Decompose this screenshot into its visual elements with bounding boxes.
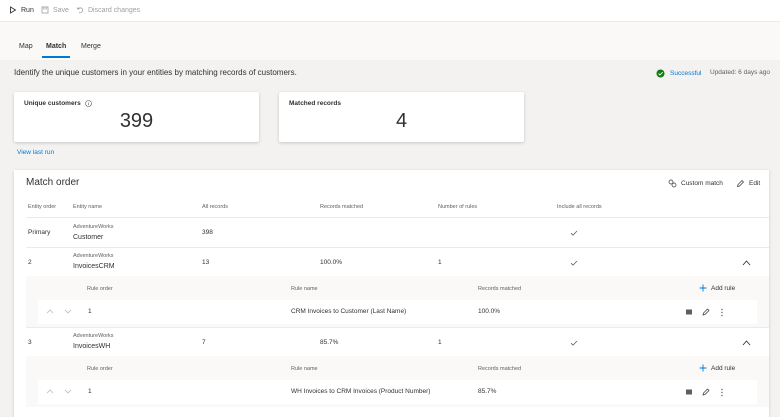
unique-customers-value: 399	[119, 110, 154, 132]
tab-map[interactable]: Map	[19, 43, 33, 50]
match-order-title: Match order	[26, 177, 80, 188]
move-up-icon[interactable]	[46, 308, 54, 315]
save-icon	[41, 6, 49, 14]
view-last-run-link[interactable]: View last run	[17, 149, 54, 156]
col-entity-name: Entity name	[73, 204, 103, 210]
status-link[interactable]: Successful	[670, 70, 701, 77]
include-check-icon	[570, 340, 578, 346]
add-icon	[699, 364, 707, 372]
chevron-up-icon[interactable]	[742, 339, 751, 347]
move-up-icon[interactable]	[46, 388, 54, 395]
rule-records-matched: 100.0%	[478, 308, 501, 315]
success-check-icon	[656, 69, 665, 78]
entity-order: 2	[28, 259, 32, 266]
col-include-all-records: Include all records	[557, 204, 602, 210]
rules-subtable: Rule order Rule name Records matched Add…	[26, 356, 769, 407]
tab-merge[interactable]: Merge	[81, 43, 101, 50]
entity-source: AdventureWorks	[73, 224, 114, 230]
tab-bar: Map Match Merge	[0, 22, 780, 60]
discard-label: Discard changes	[88, 6, 141, 14]
matched-records-card: Matched records 4	[279, 92, 524, 142]
move-down-icon[interactable]	[64, 308, 72, 315]
all-records: 7	[202, 339, 206, 346]
more-options-icon[interactable]	[720, 308, 724, 317]
col-rule-name: Rule name	[291, 366, 318, 372]
col-records-matched: Records matched	[320, 204, 364, 210]
save-button[interactable]: Save	[41, 6, 69, 14]
number-of-rules: 1	[438, 339, 442, 346]
matched-records-label: Matched records	[289, 100, 342, 107]
col-all-records: All records	[202, 204, 228, 210]
play-icon	[10, 6, 17, 14]
edit-pencil-icon	[737, 180, 744, 187]
include-check-icon	[570, 260, 578, 266]
run-button[interactable]: Run	[9, 6, 34, 14]
number-of-rules: 1	[438, 259, 442, 266]
entity-source: AdventureWorks	[73, 333, 114, 339]
col-rule-name: Rule name	[291, 286, 318, 292]
rule-name: CRM Invoices to Customer (Last Name)	[291, 308, 407, 315]
all-records: 13	[202, 259, 210, 266]
command-bar: Run Save Discard changes	[0, 0, 780, 22]
add-rule-button[interactable]: Add rule	[699, 284, 735, 292]
rule-table-icon[interactable]	[685, 388, 693, 396]
edit-rule-icon[interactable]	[702, 388, 710, 396]
rule-row: 1 WH Invoices to CRM Invoices (Product N…	[38, 380, 757, 404]
col-number-of-rules: Number of rules	[438, 204, 478, 210]
unique-customers-label: Unique customers	[24, 100, 92, 107]
match-order-panel: Match order Custom match Edit Entity ord…	[14, 170, 769, 417]
chevron-up-icon[interactable]	[742, 259, 751, 267]
records-matched: 100.0%	[320, 259, 343, 266]
rule-name: WH Invoices to CRM Invoices (Product Num…	[291, 388, 431, 395]
matched-records-value: 4	[395, 110, 408, 132]
rule-order: 1	[88, 388, 92, 395]
tab-match[interactable]: Match	[46, 43, 66, 50]
entity-name: Customer	[73, 234, 104, 241]
col-rule-records-matched: Records matched	[478, 286, 522, 292]
edit-button[interactable]: Edit	[736, 179, 760, 188]
col-rule-order: Rule order	[87, 366, 113, 372]
status-indicator: Successful	[656, 69, 701, 78]
rule-order: 1	[88, 308, 92, 315]
updated-time: Updated: 6 days ago	[710, 69, 770, 76]
custom-match-button[interactable]: Custom match	[668, 179, 723, 188]
col-entity-order: Entity order	[28, 204, 57, 210]
include-check-icon	[570, 230, 578, 236]
col-rule-order: Rule order	[87, 286, 113, 292]
entity-order: 3	[28, 339, 32, 346]
all-records: 398	[202, 229, 213, 236]
run-label: Run	[21, 6, 34, 14]
rule-records-matched: 85.7%	[478, 388, 497, 395]
custom-match-icon	[668, 179, 677, 188]
active-tab-indicator	[42, 56, 70, 58]
add-rule-button[interactable]: Add rule	[699, 364, 735, 372]
row-divider	[26, 327, 769, 328]
records-matched: 85.7%	[320, 339, 339, 346]
entity-order: Primary	[28, 229, 51, 236]
discard-changes-button[interactable]: Discard changes	[76, 6, 140, 14]
undo-icon	[76, 7, 84, 14]
edit-rule-icon[interactable]	[702, 308, 710, 316]
more-options-icon[interactable]	[720, 388, 724, 397]
unique-customers-card: Unique customers 399	[14, 92, 259, 142]
header-divider	[26, 217, 769, 218]
rules-subtable: Rule order Rule name Records matched Add…	[26, 276, 769, 327]
move-down-icon[interactable]	[64, 388, 72, 395]
col-rule-records-matched: Records matched	[478, 366, 522, 372]
entity-name: InvoicesCRM	[73, 263, 115, 270]
entity-name: InvoicesWH	[73, 343, 111, 350]
save-label: Save	[53, 6, 69, 14]
row-divider	[26, 247, 769, 248]
entity-source: AdventureWorks	[73, 253, 114, 259]
rule-row: 1 CRM Invoices to Customer (Last Name) 1…	[38, 300, 757, 324]
rule-table-icon[interactable]	[685, 308, 693, 316]
page-description: Identify the unique customers in your en…	[14, 68, 297, 77]
add-icon	[699, 284, 707, 292]
info-icon[interactable]	[84, 100, 92, 107]
